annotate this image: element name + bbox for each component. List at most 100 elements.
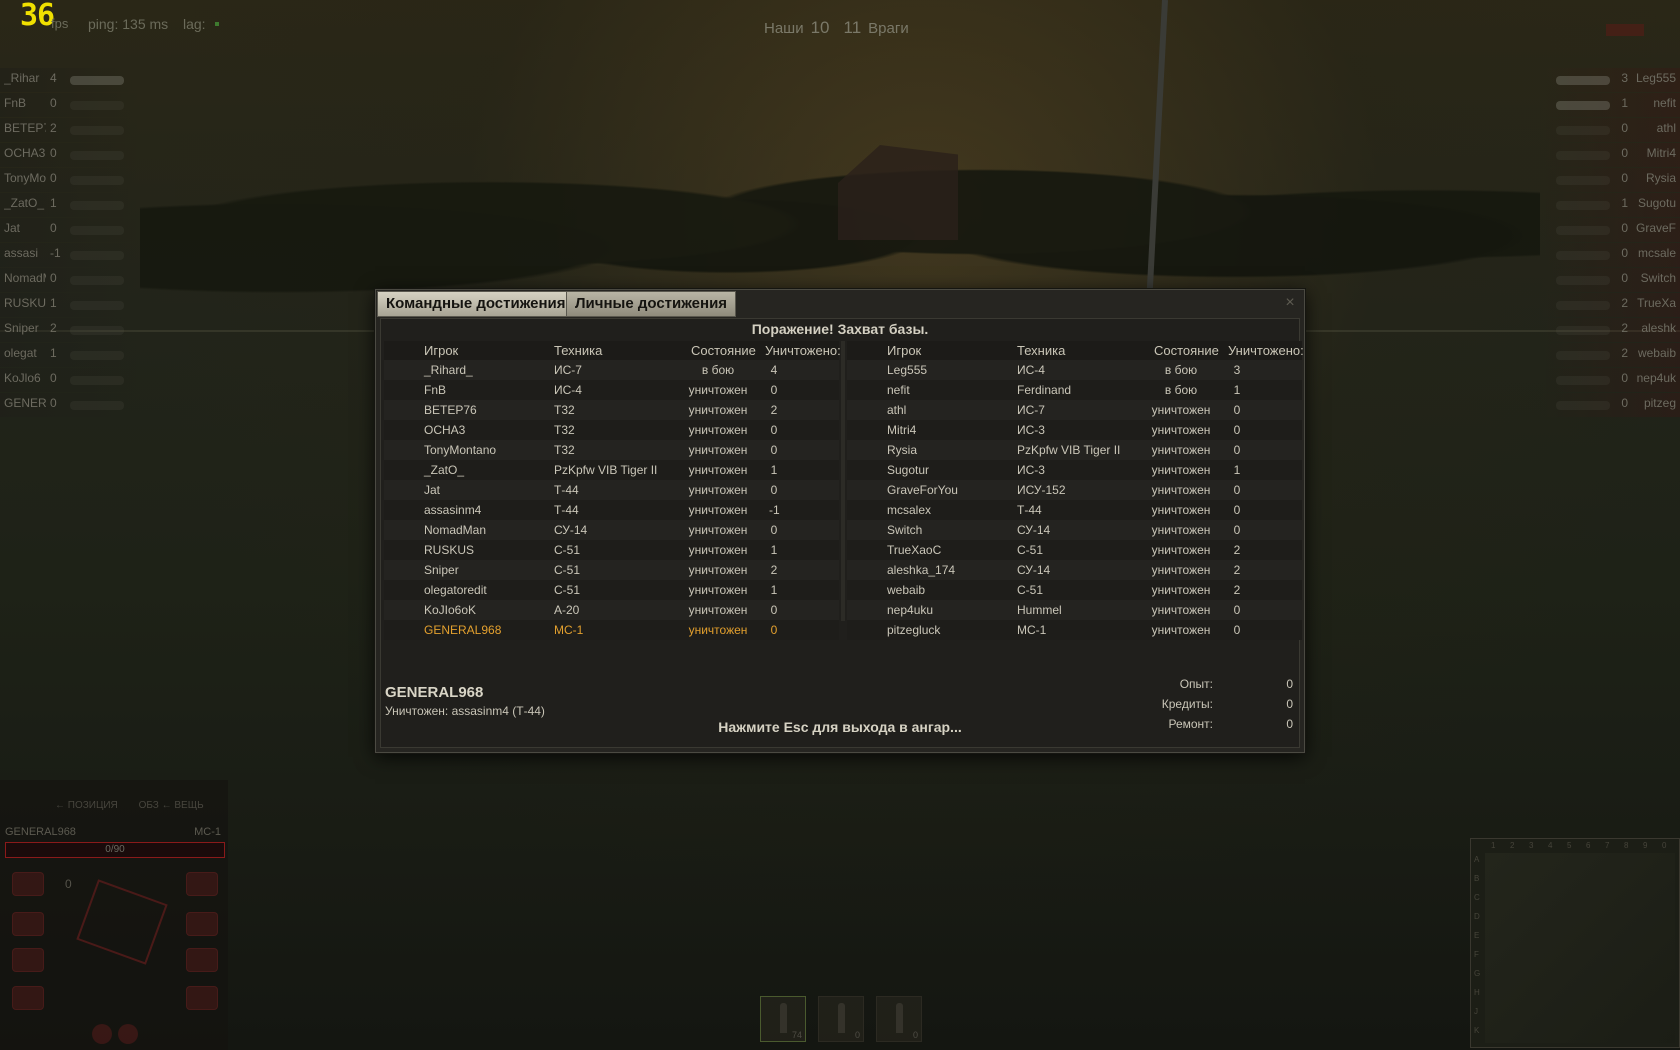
shell-he-icon (896, 1003, 903, 1033)
shell-slot-3[interactable]: 0 (876, 996, 922, 1042)
table-row[interactable]: _Rihard_ ИС-7 в бою 4 (384, 360, 839, 380)
player-name-cell: TonyMontano (424, 443, 497, 457)
side-player-row[interactable]: nefit 1 (1540, 93, 1680, 118)
table-row[interactable]: TonyMontano T32 уничтожен 0 (384, 440, 839, 460)
side-player-row[interactable]: NomadM 0 (0, 268, 140, 293)
table-row[interactable]: Sniper С-51 уничтожен 2 (384, 560, 839, 580)
table-row[interactable]: KoJIo6oK А-20 уничтожен 0 (384, 600, 839, 620)
side-player-frags: 0 (1621, 246, 1628, 260)
table-row[interactable]: TrueXaoC С-51 уничтожен 2 (847, 540, 1302, 560)
kills-cell: -1 (769, 503, 780, 517)
table-row[interactable]: Sugotur ИС-3 уничтожен 1 (847, 460, 1302, 480)
shell-slot-1[interactable]: 74 (760, 996, 806, 1042)
side-player-row[interactable]: assasi -1 (0, 243, 140, 268)
side-player-row[interactable]: KoJlo6 0 (0, 368, 140, 393)
table-row[interactable]: athl ИС-7 уничтожен 0 (847, 400, 1302, 420)
table-row[interactable]: olegatoredit С-51 уничтожен 1 (384, 580, 839, 600)
first-aid-icon[interactable] (118, 1024, 138, 1044)
side-player-row[interactable]: Mitri4 0 (1540, 143, 1680, 168)
state-cell: уничтожен (688, 423, 748, 437)
side-player-row[interactable]: Rysia 0 (1540, 168, 1680, 193)
table-row[interactable]: OCHA3 T32 уничтожен 0 (384, 420, 839, 440)
player-name-cell: nefit (887, 383, 910, 397)
table-row[interactable]: aleshka_174 СУ-14 уничтожен 2 (847, 560, 1302, 580)
minimap-row-label: B (1474, 874, 1480, 883)
side-player-row[interactable]: TrueXa 2 (1540, 293, 1680, 318)
kills-cell: 1 (1233, 463, 1241, 477)
tab-team-achievements[interactable]: Командные достижения (377, 291, 575, 317)
side-player-row[interactable]: Sniper 2 (0, 318, 140, 343)
state-cell: уничтожен (688, 603, 748, 617)
table-row[interactable]: GraveForYou ИСУ-152 уничтожен 0 (847, 480, 1302, 500)
repair-kit-icon[interactable] (92, 1024, 112, 1044)
side-player-name: Leg555 (1635, 71, 1676, 85)
side-player-row[interactable]: _ZatO_ 1 (0, 193, 140, 218)
close-icon[interactable]: × (1282, 295, 1298, 311)
side-player-row[interactable]: Leg555 3 (1540, 68, 1680, 93)
table-row[interactable]: BETEP76 T32 уничтожен 2 (384, 400, 839, 420)
table-row[interactable]: assasinm4 Т-44 уничтожен -1 (384, 500, 839, 520)
side-player-row[interactable]: pitzeg 0 (1540, 393, 1680, 418)
side-player-row[interactable]: Sugotu 1 (1540, 193, 1680, 218)
kills-cell: 2 (1233, 563, 1241, 577)
table-row[interactable]: Switch СУ-14 уничтожен 0 (847, 520, 1302, 540)
side-player-row[interactable]: aleshk 2 (1540, 318, 1680, 343)
player-name-cell: GraveForYou (887, 483, 958, 497)
tab-personal-achievements[interactable]: Личные достижения (566, 291, 737, 317)
side-player-name: athl (1656, 121, 1676, 135)
table-row[interactable]: webaib С-51 уничтожен 2 (847, 580, 1302, 600)
table-row[interactable]: _ZatO_ PzKpfw VIB Tiger II уничтожен 1 (384, 460, 839, 480)
side-player-row[interactable]: BETEP7 2 (0, 118, 140, 143)
tank-icon (70, 226, 124, 235)
damage-tab-view[interactable]: ОБЗ ← ВЕЩЬ (139, 800, 204, 811)
table-row[interactable]: RUSKUS С-51 уничтожен 1 (384, 540, 839, 560)
vehicle-cell: СУ-14 (1017, 563, 1051, 577)
side-player-frags: 1 (50, 346, 57, 360)
table-row[interactable]: Mitri4 ИС-3 уничтожен 0 (847, 420, 1302, 440)
table-row[interactable]: GENERAL968 МС-1 уничтожен 0 (384, 620, 839, 640)
side-player-row[interactable]: webaib 2 (1540, 343, 1680, 368)
table-row[interactable]: Rysia PzKpfw VIB Tiger II уничтожен 0 (847, 440, 1302, 460)
table-row[interactable]: pitzegluck МС-1 уничтожен 0 (847, 620, 1302, 640)
tank-icon (70, 401, 124, 410)
side-player-row[interactable]: olegat 1 (0, 343, 140, 368)
vehicle-cell: Т-44 (1017, 503, 1042, 517)
state-cell: уничтожен (1151, 483, 1211, 497)
side-player-frags: 0 (50, 396, 57, 410)
damage-counter: 0 (65, 877, 72, 891)
table-row[interactable]: NomadMan СУ-14 уничтожен 0 (384, 520, 839, 540)
shell-slot-2[interactable]: 0 (818, 996, 864, 1042)
state-cell: уничтожен (1151, 543, 1211, 557)
tank-icon (70, 101, 124, 110)
side-player-row[interactable]: nep4uk 0 (1540, 368, 1680, 393)
table-row[interactable]: nefit Ferdinand в бою 1 (847, 380, 1302, 400)
side-player-row[interactable]: Jat 0 (0, 218, 140, 243)
state-cell: уничтожен (688, 383, 748, 397)
damage-tab-position[interactable]: ← ПОЗИЦИЯ (55, 800, 118, 811)
table-row[interactable]: mcsalex Т-44 уничтожен 0 (847, 500, 1302, 520)
side-player-row[interactable]: athl 0 (1540, 118, 1680, 143)
side-player-row[interactable]: FnB 0 (0, 93, 140, 118)
side-player-row[interactable]: GraveF 0 (1540, 218, 1680, 243)
kills-cell: 1 (770, 543, 778, 557)
minimap[interactable]: 1 2 3 4 5 6 7 8 9 0 A B C D E F G H J K (1470, 838, 1680, 1048)
side-player-row[interactable]: Switch 0 (1540, 268, 1680, 293)
side-player-row[interactable]: OCHA3 0 (0, 143, 140, 168)
minimap-col-label: 1 (1491, 841, 1496, 850)
table-row[interactable]: Jat Т-44 уничтожен 0 (384, 480, 839, 500)
table-row[interactable]: FnB ИС-4 уничтожен 0 (384, 380, 839, 400)
enemy-rows: Leg555 ИС-4 в бою 3 nefit Ferdinand в бою 1 athl… (847, 360, 1302, 640)
kills-cell: 0 (1233, 603, 1241, 617)
side-player-row[interactable]: RUSKUS 1 (0, 293, 140, 318)
table-row[interactable]: nep4uku Hummel уничтожен 0 (847, 600, 1302, 620)
minimap-col-label: 8 (1624, 841, 1629, 850)
side-player-row[interactable]: _Rihar 4 (0, 68, 140, 93)
side-player-row[interactable]: GENERA 0 (0, 393, 140, 418)
side-player-row[interactable]: TonyMo 0 (0, 168, 140, 193)
player-name-cell: FnB (424, 383, 447, 397)
tank-icon (1556, 376, 1610, 385)
side-player-row[interactable]: mcsale 0 (1540, 243, 1680, 268)
vehicle-cell: T32 (554, 443, 575, 457)
state-cell: уничтожен (688, 623, 748, 637)
table-row[interactable]: Leg555 ИС-4 в бою 3 (847, 360, 1302, 380)
